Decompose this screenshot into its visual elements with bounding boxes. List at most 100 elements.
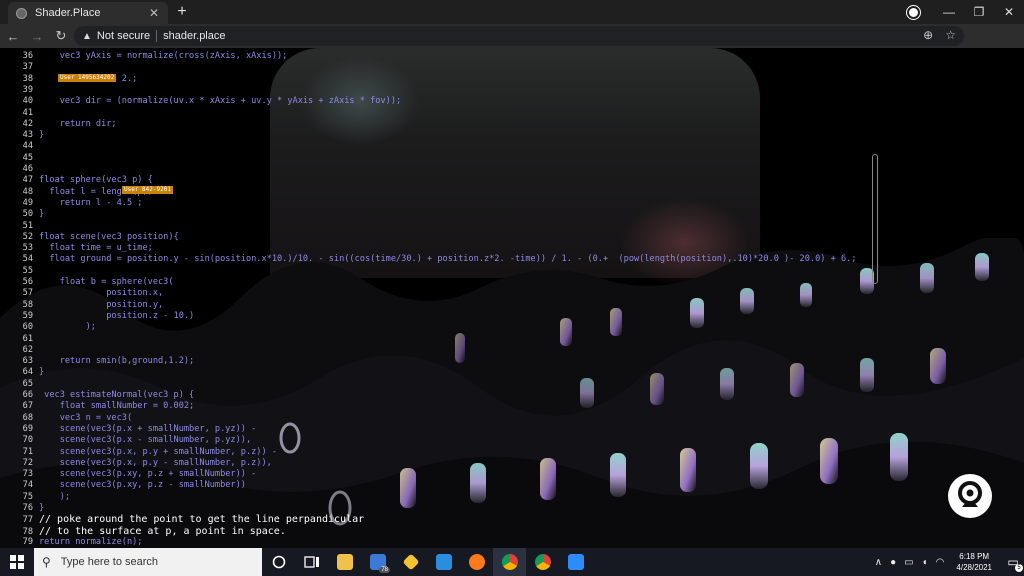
wifi-icon[interactable]: ◠ [936,557,945,568]
task-view-icon[interactable] [295,548,328,576]
code-line[interactable]: 68 vec3 n = vec3( [0,413,133,424]
code-text[interactable]: vec3 estimateNormal(vec3 p) { [39,390,194,400]
code-text[interactable]: } [39,367,44,377]
cortana-icon[interactable] [262,548,295,576]
new-tab-button[interactable]: + [174,3,190,21]
code-text[interactable]: return smin(b,ground,1.2); [39,356,195,366]
code-text[interactable]: scene(vec3(p.xy, p.z - smallNumber)) [39,480,246,490]
code-text[interactable]: scene(vec3(p.x, p.y + smallNumber, p.z))… [39,447,277,457]
code-text[interactable]: vec3 n = vec3( [39,413,132,423]
code-text[interactable]: return dir; [39,119,117,129]
code-line[interactable]: 42 return dir; [0,119,117,130]
code-text[interactable]: } [39,503,44,513]
code-line[interactable]: 56 float b = sphere(vec3( [0,277,174,288]
zoom-app-icon[interactable] [559,548,592,576]
volume-icon[interactable]: ◖ [922,557,928,568]
code-line[interactable]: 79 return normalize(n); [0,537,143,548]
code-line[interactable]: 45 [0,153,39,164]
code-text[interactable]: // poke around the point to get the line… [39,514,364,525]
code-line[interactable]: 71 scene(vec3(p.x, p.y + smallNumber, p.… [0,447,277,458]
minimize-button[interactable]: — [934,5,964,19]
close-window-button[interactable]: ✕ [994,5,1024,19]
code-line[interactable]: 40 vec3 dir = (normalize(uv.x * xAxis + … [0,96,402,107]
tab-close-icon[interactable]: ✕ [146,6,162,20]
code-line[interactable]: 62 [0,345,39,356]
code-line[interactable]: 69 scene(vec3(p.x + smallNumber, p.yz)) … [0,424,257,435]
mail-icon[interactable]: 78 [361,548,394,576]
code-line[interactable]: 43} [0,130,45,141]
code-line[interactable]: 47 float sphere(vec3 p) { [0,175,153,186]
code-line[interactable]: 73 scene(vec3(p.xy, p.z + smallNumber)) … [0,469,257,480]
code-line[interactable]: 61 [0,334,39,345]
code-line[interactable]: 78// to the surface at p, a point in spa… [0,526,286,537]
file-explorer-icon[interactable] [328,548,361,576]
code-text[interactable]: float smallNumber = 0.002; [39,401,195,411]
code-line[interactable]: 37 [0,62,39,73]
code-text[interactable]: ); [39,492,70,502]
code-line[interactable]: 44 [0,141,39,152]
code-line[interactable]: 74 scene(vec3(p.xy, p.z - smallNumber)) [0,480,246,491]
code-text[interactable]: vec3 yAxis = normalize(cross(zAxis, xAxi… [39,51,288,61]
code-text[interactable]: position.y, [39,300,163,310]
code-line[interactable]: 63 return smin(b,ground,1.2); [0,356,195,367]
chrome-active-icon[interactable] [493,548,526,576]
code-text[interactable]: float ground = position.y - sin(position… [39,254,856,264]
forward-icon[interactable]: → [26,29,48,44]
code-text[interactable]: float time = u_time; [39,243,152,253]
taskbar-search[interactable]: ⚲ Type here to search [34,548,262,576]
code-line[interactable]: 66 vec3 estimateNormal(vec3 p) { [0,390,195,401]
code-line[interactable]: 53 float time = u_time; [0,243,153,254]
code-line[interactable]: 64} [0,367,45,378]
code-line[interactable]: 65 [0,379,39,390]
firefox-icon[interactable] [460,548,493,576]
code-line[interactable]: 55 [0,266,39,277]
code-text[interactable]: float sphere(vec3 p) { [39,175,153,185]
webcam-icon[interactable] [948,474,992,518]
restore-button[interactable]: ❐ [964,5,994,19]
code-line[interactable]: 49 return l - 4.5 ; [0,198,143,209]
taskbar-clock[interactable]: 6:18 PM 4/28/2021 [956,551,992,573]
zoom-icon[interactable]: ⊕ [923,28,933,42]
reload-icon[interactable]: ↻ [50,28,72,44]
code-text[interactable]: scene(vec3(p.xy, p.z + smallNumber)) - [39,469,257,479]
code-line[interactable]: 39 [0,85,39,96]
code-line[interactable]: 58 position.y, [0,300,164,311]
notification-icon[interactable]: ▭ 5 [1002,555,1024,572]
code-line[interactable]: 36 vec3 yAxis = normalize(cross(zAxis, x… [0,51,288,62]
code-line[interactable]: 59 position.z - 10.) [0,311,195,322]
address-bar[interactable]: ▲ Not secure shader.place ⊕ ☆ [74,26,964,46]
git-icon[interactable] [394,548,427,576]
code-line[interactable]: 60 ); [0,322,96,333]
code-editor[interactable]: 36 vec3 yAxis = normalize(cross(zAxis, x… [0,48,880,548]
code-line[interactable]: 67 float smallNumber = 0.002; [0,401,195,412]
code-line[interactable]: 75 ); [0,492,70,503]
code-line[interactable]: 70 scene(vec3(p.x - smallNumber, p.yz)), [0,435,252,446]
code-line[interactable]: 41 [0,108,39,119]
code-line[interactable]: 46 [0,164,39,175]
code-text[interactable]: return normalize(n); [39,537,142,547]
back-icon[interactable]: ← [2,29,24,44]
code-text[interactable]: } [39,209,44,219]
code-line[interactable]: 54 float ground = position.y - sin(posit… [0,254,857,265]
record-icon[interactable] [909,7,918,17]
code-text[interactable]: ); [39,322,96,332]
code-line[interactable]: 77// poke around the point to get the li… [0,514,364,525]
code-text[interactable]: float b = sphere(vec3( [39,277,174,287]
code-text[interactable]: position.x, [39,288,163,298]
code-text[interactable]: scene(vec3(p.x, p.y - smallNumber, p.z))… [39,458,272,468]
code-text[interactable]: scene(vec3(p.x + smallNumber, p.yz)) - [39,424,257,434]
chevron-up-icon[interactable]: ∧ [875,557,882,568]
battery-icon[interactable]: ▭ [904,557,913,568]
code-text[interactable]: } [39,130,44,140]
code-text[interactable]: return l - 4.5 ; [39,198,143,208]
code-text[interactable]: position.z - 10.) [39,311,194,321]
code-text[interactable]: scene(vec3(p.x - smallNumber, p.yz)), [39,435,251,445]
code-line[interactable]: 50} [0,209,45,220]
windows-start-icon[interactable] [0,548,34,576]
vscode-icon[interactable] [427,548,460,576]
code-text[interactable]: // to the surface at p, a point in space… [39,526,286,537]
code-line[interactable]: 51 [0,221,39,232]
code-line[interactable]: 72 scene(vec3(p.x, p.y - smallNumber, p.… [0,458,272,469]
microphone-icon[interactable]: ● [890,557,896,568]
security-label[interactable]: Not secure [97,30,150,42]
